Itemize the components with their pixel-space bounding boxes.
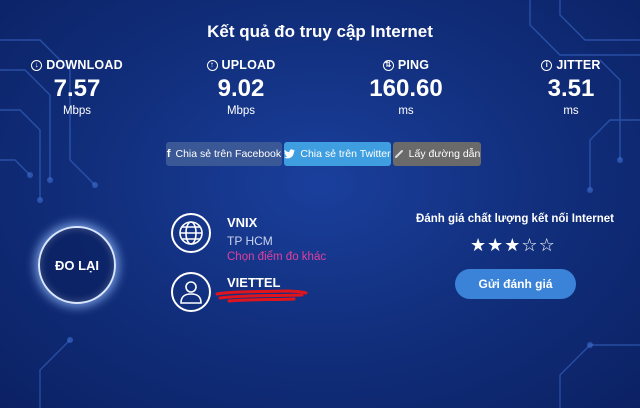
jitter-label: JITTER — [556, 58, 601, 72]
redaction-scribble — [215, 289, 308, 303]
facebook-icon: f — [166, 148, 171, 160]
jitter-stat: i JITTER 3.51 ms — [496, 58, 640, 117]
submit-rating-button[interactable]: Gửi đánh giá — [455, 269, 576, 299]
twitter-icon — [284, 149, 296, 159]
star-icon-filled[interactable]: ★ — [504, 236, 520, 254]
user-icon — [171, 272, 211, 312]
server-city: TP HCM — [227, 234, 273, 248]
download-icon: ↓ — [31, 59, 43, 71]
download-stat: ↓ DOWNLOAD 7.57 Mbps — [2, 58, 152, 117]
download-value: 7.57 — [53, 75, 101, 102]
server-name: VNIX — [227, 215, 258, 230]
redo-test-button[interactable]: ĐO LẠI — [38, 226, 116, 304]
star-icon-filled[interactable]: ★ — [470, 236, 486, 254]
get-link-button[interactable]: Lấy đường dẫn — [393, 142, 481, 166]
share-facebook-button[interactable]: f Chia sẻ trên Facebook — [166, 142, 282, 166]
upload-unit: Mbps — [226, 105, 256, 117]
globe-icon — [171, 213, 211, 253]
download-label: DOWNLOAD — [46, 58, 123, 72]
redo-label: ĐO LẠI — [54, 257, 100, 273]
page-title: Kết quả đo truy cập Internet — [207, 22, 433, 41]
ping-value: 160.60 — [369, 75, 443, 102]
star-icon-empty[interactable]: ☆ — [539, 236, 555, 254]
star-rating[interactable]: ★ ★ ★ ☆ ☆ — [470, 236, 562, 254]
link-icon — [394, 150, 403, 158]
jitter-unit: ms — [563, 105, 579, 117]
ping-label: PING — [397, 58, 430, 72]
change-server-link[interactable]: Chọn điểm đo khác — [227, 251, 326, 263]
info-icon: i — [541, 59, 553, 71]
ping-icon: ⇅ — [382, 59, 394, 71]
submit-rating-label: Gửi đánh giá — [478, 277, 553, 291]
share-facebook-label: Chia sẻ trên Facebook — [175, 148, 282, 160]
rating-title: Đánh giá chất lượng kết nối Internet — [416, 213, 614, 225]
get-link-label: Lấy đường dẫn — [408, 148, 481, 160]
upload-stat: ↑ UPLOAD 9.02 Mbps — [166, 58, 316, 117]
download-unit: Mbps — [62, 105, 92, 117]
share-twitter-label: Chia sẻ trên Twitter — [300, 148, 391, 160]
star-icon-filled[interactable]: ★ — [487, 236, 503, 254]
ping-stat: ⇅ PING 160.60 ms — [331, 58, 481, 117]
upload-icon: ↑ — [206, 59, 218, 71]
jitter-value: 3.51 — [547, 75, 595, 102]
star-icon-empty[interactable]: ☆ — [521, 236, 537, 254]
upload-label: UPLOAD — [221, 58, 276, 72]
share-twitter-button[interactable]: Chia sẻ trên Twitter — [284, 142, 391, 166]
upload-value: 9.02 — [217, 75, 265, 102]
ping-unit: ms — [398, 105, 414, 117]
